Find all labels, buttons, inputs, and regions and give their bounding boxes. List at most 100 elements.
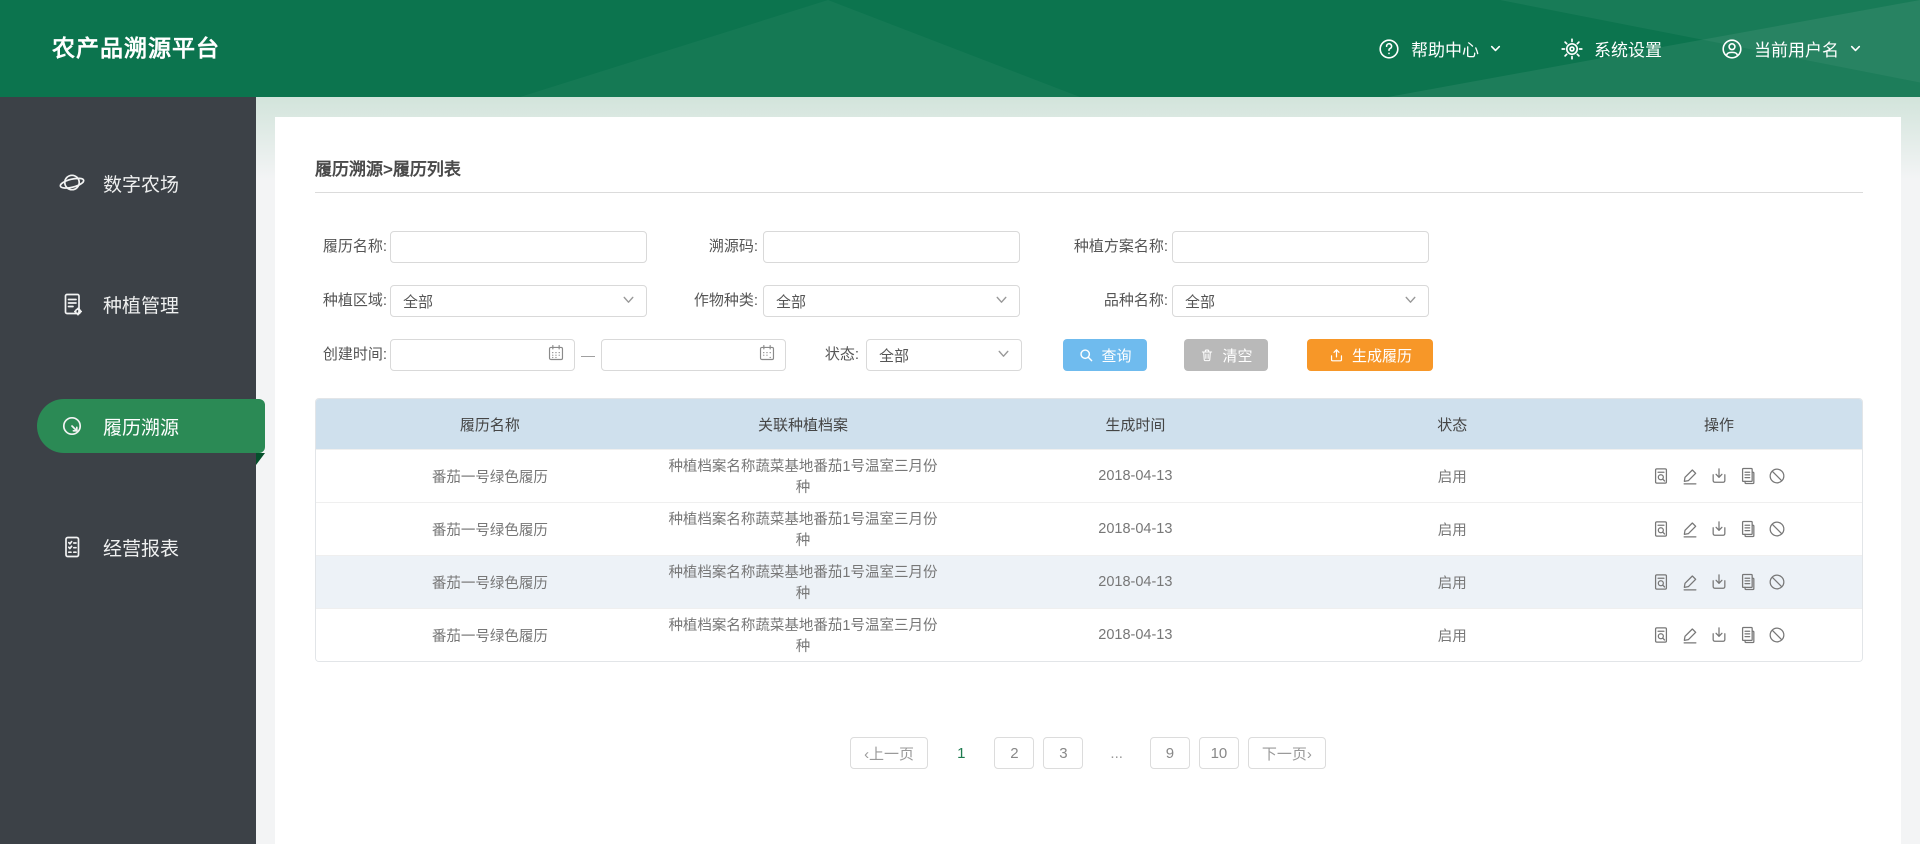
content-panel: 履历溯源>履历列表 履历名称: 溯源码: 种植方案名称: 种植区域: 全部 作物… — [275, 117, 1901, 844]
cell-archive: 种植档案名称蔬菜基地番茄1号温室三月份种 — [668, 512, 938, 549]
cell-record-name: 番茄一号绿色履历 — [431, 628, 548, 645]
status-select-value: 全部 — [879, 347, 910, 365]
system-settings-menu[interactable]: 系统设置 — [1560, 36, 1662, 61]
trace-code-input[interactable] — [764, 232, 1019, 262]
cell-archive: 种植档案名称蔬菜基地番茄1号温室三月份种 — [668, 459, 938, 496]
ban-icon[interactable] — [1767, 466, 1787, 486]
region-label: 种植区域: — [322, 292, 387, 309]
cell-date: 2018-04-13 — [1098, 627, 1173, 643]
doc-preview-icon[interactable] — [1651, 625, 1671, 645]
plan-name-field — [1172, 231, 1429, 263]
planting-doc-gear-icon — [58, 290, 86, 318]
crop-type-label: 作物种类: — [693, 292, 758, 309]
page-button-current[interactable]: 1 — [949, 737, 973, 769]
sidebar-item-planting-management[interactable]: 种植管理 — [0, 277, 256, 331]
variety-select[interactable]: 全部 — [1172, 285, 1429, 317]
page-button[interactable]: 9 — [1149, 737, 1190, 769]
status-select[interactable]: 全部 — [866, 339, 1022, 371]
search-icon — [1078, 347, 1094, 363]
help-center-menu[interactable]: 帮助中心 — [1377, 36, 1502, 61]
ban-icon[interactable] — [1767, 625, 1787, 645]
cell-status: 启用 — [1437, 575, 1467, 592]
cell-date: 2018-04-13 — [1098, 468, 1173, 484]
download-icon[interactable] — [1709, 572, 1729, 592]
breadcrumb: 履历溯源>履历列表 — [315, 160, 461, 179]
search-button[interactable]: 查询 — [1063, 339, 1147, 371]
page-button[interactable]: 2 — [994, 737, 1035, 769]
plan-name-label: 种植方案名称: — [1073, 238, 1168, 255]
clear-button[interactable]: 清空 — [1184, 339, 1268, 371]
ban-icon[interactable] — [1767, 572, 1787, 592]
system-settings-label: 系统设置 — [1594, 41, 1662, 60]
download-icon[interactable] — [1709, 625, 1729, 645]
cell-status: 启用 — [1437, 628, 1467, 645]
doc-preview-icon[interactable] — [1651, 466, 1671, 486]
cell-actions — [1576, 466, 1862, 486]
sidebar-nav: 数字农场 种植管理 履历溯源 经营报表 — [0, 97, 265, 844]
status-label: 状态: — [824, 346, 859, 363]
table-header-row: 履历名称 关联种植档案 生成时间 状态 操作 — [316, 399, 1862, 449]
calendar-icon — [547, 344, 565, 367]
edit-pencil-icon[interactable] — [1680, 625, 1700, 645]
cell-archive: 种植档案名称蔬菜基地番茄1号温室三月份种 — [668, 565, 938, 602]
edit-pencil-icon[interactable] — [1680, 519, 1700, 539]
record-name-input[interactable] — [391, 232, 646, 262]
record-name-field — [390, 231, 647, 263]
calendar-icon — [758, 344, 776, 367]
header-decoration — [520, 0, 1080, 97]
current-user-menu[interactable]: 当前用户名 — [1720, 36, 1862, 61]
cell-archive: 种植档案名称蔬菜基地番茄1号温室三月份种 — [668, 618, 938, 655]
download-icon[interactable] — [1709, 519, 1729, 539]
cell-actions — [1576, 625, 1862, 645]
column-header-status: 状态 — [1437, 416, 1468, 434]
chevron-down-icon — [996, 346, 1011, 365]
page-button[interactable]: 10 — [1198, 737, 1239, 769]
chevron-down-icon — [1849, 42, 1862, 55]
active-item-fold — [256, 453, 265, 465]
clear-button-label: 清空 — [1222, 347, 1253, 365]
date-range-separator: — — [581, 347, 595, 363]
variety-select-value: 全部 — [1185, 293, 1216, 311]
sidebar-item-label: 履历溯源 — [103, 417, 180, 439]
date-from-picker[interactable] — [390, 339, 575, 371]
sidebar-item-digital-farm[interactable]: 数字农场 — [0, 156, 256, 210]
create-time-label: 创建时间: — [322, 346, 387, 363]
farm-planet-icon — [58, 169, 86, 197]
download-icon[interactable] — [1709, 466, 1729, 486]
app-title: 农产品溯源平台 — [52, 35, 220, 61]
column-header-actions: 操作 — [1703, 416, 1734, 434]
generate-button-label: 生成履历 — [1351, 347, 1412, 365]
ban-icon[interactable] — [1767, 519, 1787, 539]
sidebar-item-trace-record[interactable]: 履历溯源 — [37, 399, 265, 453]
chevron-down-icon — [621, 292, 636, 311]
user-icon — [1720, 37, 1744, 61]
cell-status: 启用 — [1437, 522, 1467, 539]
column-header-archive: 关联种植档案 — [757, 416, 848, 434]
crop-type-select[interactable]: 全部 — [763, 285, 1020, 317]
trash-icon — [1199, 347, 1215, 363]
cell-actions — [1576, 572, 1862, 592]
generate-record-button[interactable]: 生成履历 — [1307, 339, 1433, 371]
doc-preview-icon[interactable] — [1651, 572, 1671, 592]
chevron-down-icon — [994, 292, 1009, 311]
copy-doc-icon[interactable] — [1738, 519, 1758, 539]
sidebar-item-label: 种植管理 — [103, 295, 180, 317]
sidebar-item-business-report[interactable]: 经营报表 — [0, 520, 256, 574]
doc-preview-icon[interactable] — [1651, 519, 1671, 539]
next-page-button[interactable]: 下一页› — [1247, 737, 1326, 769]
region-select[interactable]: 全部 — [390, 285, 647, 317]
edit-pencil-icon[interactable] — [1680, 466, 1700, 486]
date-to-picker[interactable] — [601, 339, 786, 371]
prev-page-button[interactable]: ‹上一页 — [850, 737, 929, 769]
copy-doc-icon[interactable] — [1738, 466, 1758, 486]
copy-doc-icon[interactable] — [1738, 625, 1758, 645]
page-button[interactable]: 3 — [1043, 737, 1084, 769]
breadcrumb-divider — [315, 192, 1863, 193]
plan-name-input[interactable] — [1173, 232, 1428, 262]
cell-record-name: 番茄一号绿色履历 — [431, 469, 548, 486]
edit-pencil-icon[interactable] — [1680, 572, 1700, 592]
copy-doc-icon[interactable] — [1738, 572, 1758, 592]
trace-code-label: 溯源码: — [708, 238, 758, 255]
cell-record-name: 番茄一号绿色履历 — [431, 575, 548, 592]
records-table: 履历名称 关联种植档案 生成时间 状态 操作 番茄一号绿色履历 种植档案名称蔬菜… — [315, 398, 1863, 662]
